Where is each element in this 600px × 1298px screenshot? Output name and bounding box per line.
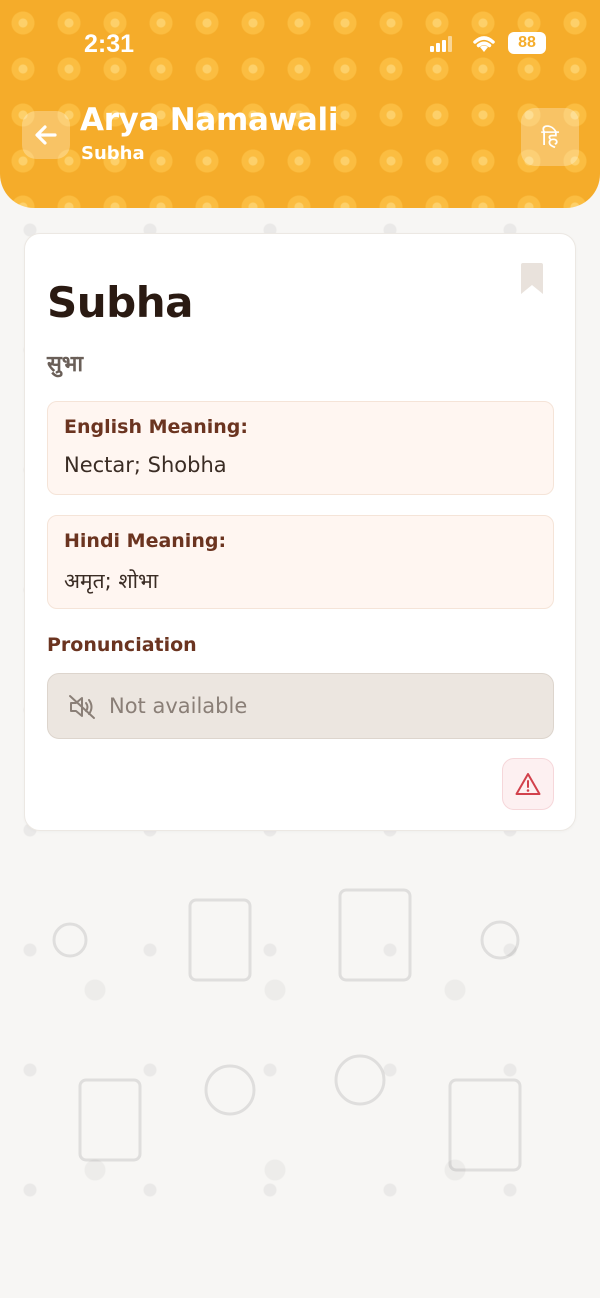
english-meaning-value: Nectar; Shobha [64, 453, 227, 477]
report-button[interactable] [502, 758, 554, 810]
background-doodle [334, 888, 522, 1172]
status-bar: 2:31 88 [0, 26, 600, 62]
page-title: Arya Namawali [80, 102, 339, 138]
english-meaning-box: English Meaning: Nectar; Shobha [47, 401, 554, 495]
wifi-icon [473, 36, 495, 52]
cellular-signal-icon [430, 36, 454, 52]
page-subtitle: Subha [81, 143, 145, 164]
pronunciation-player[interactable]: Not available [47, 673, 554, 739]
background-doodle [52, 898, 256, 1162]
hindi-meaning-label: Hindi Meaning: [64, 530, 227, 552]
app-header: 2:31 88 Arya Namawali Subha हि [0, 0, 600, 208]
pronunciation-label: Pronunciation [47, 634, 197, 656]
battery-indicator: 88 [508, 32, 546, 54]
language-toggle-button[interactable]: हि [521, 108, 579, 166]
name-hindi: सुभा [47, 352, 84, 377]
warning-triangle-icon [515, 773, 541, 795]
name-detail-card: Subha सुभा English Meaning: Nectar; Shob… [24, 233, 576, 831]
status-time: 2:31 [84, 30, 135, 58]
hindi-meaning-box: Hindi Meaning: अमृत; शोभा [47, 515, 554, 609]
english-meaning-label: English Meaning: [64, 416, 248, 438]
arrow-left-icon [35, 125, 57, 145]
hindi-meaning-value: अमृत; शोभा [64, 569, 159, 593]
name-english: Subha [47, 278, 193, 327]
volume-off-icon [69, 695, 95, 719]
pronunciation-status: Not available [109, 694, 248, 718]
back-button[interactable] [22, 111, 70, 159]
bookmark-icon[interactable] [520, 263, 544, 295]
